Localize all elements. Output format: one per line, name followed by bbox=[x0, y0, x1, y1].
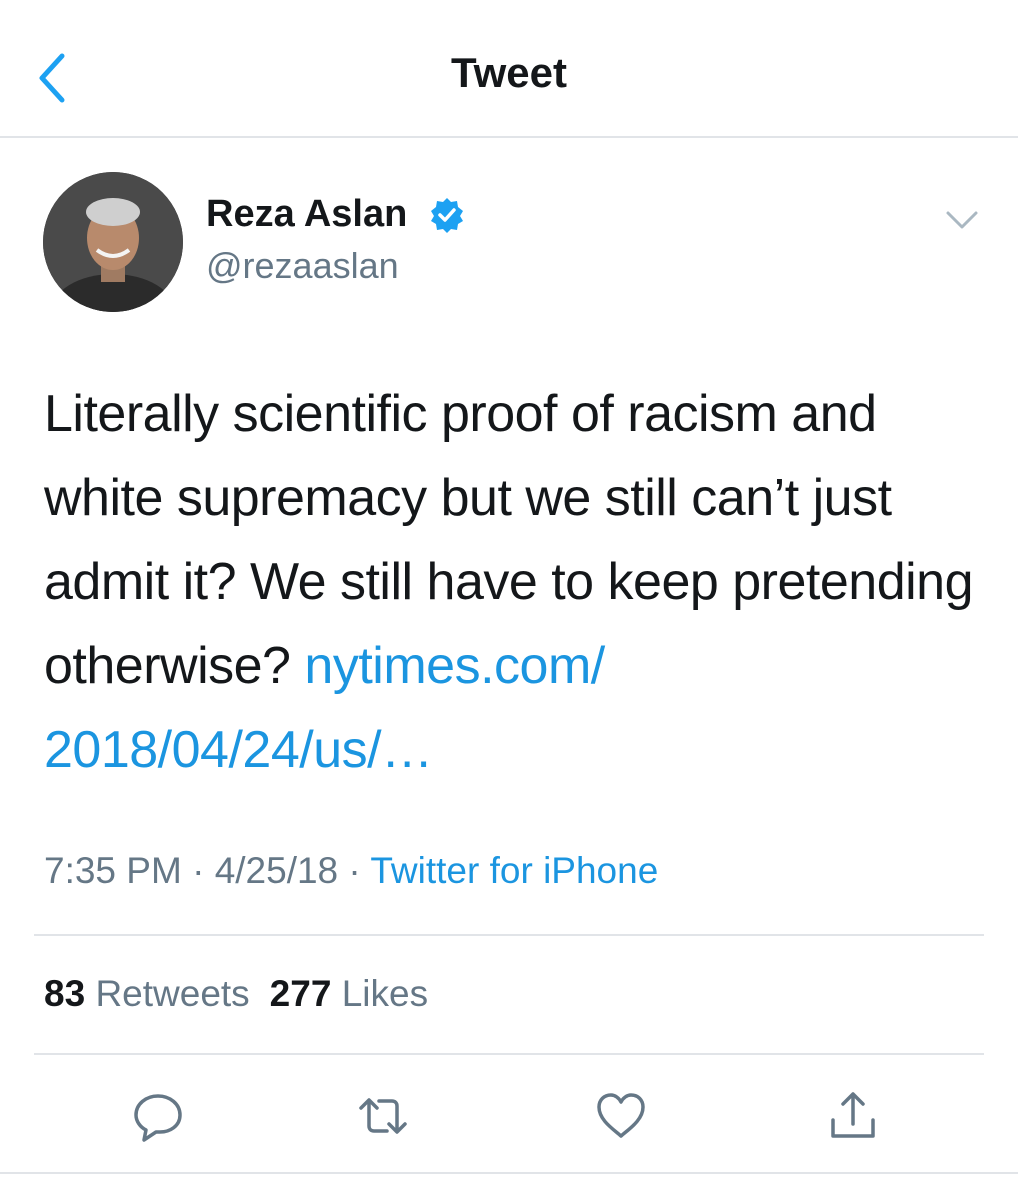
chevron-down-icon bbox=[946, 211, 978, 229]
retweet-icon bbox=[359, 1098, 407, 1134]
retweets-label: Retweets bbox=[95, 973, 250, 1014]
tweet-time: 7:35 PM bbox=[44, 850, 182, 891]
nav-header: Tweet bbox=[0, 0, 1018, 138]
tweet-text: Literally scientific proof of racism and… bbox=[44, 372, 984, 792]
divider bbox=[0, 1172, 1018, 1174]
divider bbox=[34, 934, 984, 936]
share-icon bbox=[831, 1092, 875, 1138]
reply-button[interactable] bbox=[130, 1088, 186, 1144]
meta-separator: · bbox=[348, 850, 361, 891]
retweet-button[interactable] bbox=[355, 1088, 411, 1144]
like-button[interactable] bbox=[593, 1088, 649, 1144]
retweets-stat[interactable]: 83 Retweets bbox=[44, 973, 250, 1014]
likes-stat[interactable]: 277 Likes bbox=[270, 973, 428, 1014]
page-title: Tweet bbox=[451, 49, 567, 96]
tweet-meta: 7:35 PM · 4/25/18 · Twitter for iPhone bbox=[44, 852, 658, 889]
likes-count: 277 bbox=[269, 973, 332, 1014]
avatar[interactable] bbox=[43, 172, 183, 312]
meta-separator: · bbox=[192, 850, 205, 891]
avatar-image bbox=[43, 172, 183, 312]
retweets-count: 83 bbox=[44, 973, 86, 1014]
tweet-stats: 83 Retweets 277 Likes bbox=[44, 975, 428, 1012]
more-options-button[interactable] bbox=[944, 208, 980, 232]
tweet-date: 4/25/18 bbox=[214, 850, 339, 891]
verified-badge-icon bbox=[431, 198, 463, 233]
like-icon bbox=[597, 1093, 645, 1138]
author-handle[interactable]: @rezaaslan bbox=[206, 248, 399, 284]
likes-label: Likes bbox=[341, 973, 429, 1014]
reply-icon bbox=[134, 1094, 182, 1142]
share-button[interactable] bbox=[825, 1088, 881, 1144]
tweet-source[interactable]: Twitter for iPhone bbox=[370, 850, 658, 891]
divider bbox=[34, 1053, 984, 1055]
author-name[interactable]: Reza Aslan bbox=[206, 195, 407, 233]
